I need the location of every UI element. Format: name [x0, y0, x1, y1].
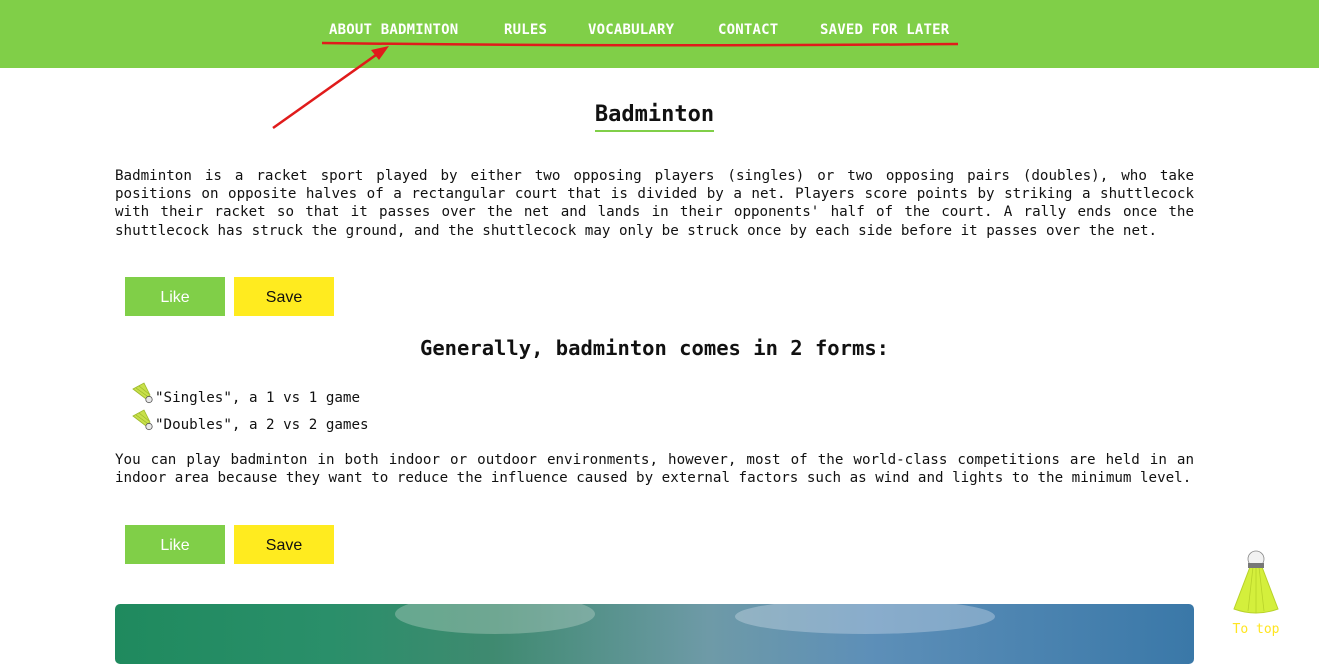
forms-heading: Generally, badminton comes in 2 forms: — [420, 336, 889, 360]
list-item: "Doubles", a 2 vs 2 games — [130, 409, 369, 435]
to-top-label[interactable]: To top — [1226, 622, 1286, 637]
page-title-text: Badminton — [594, 102, 715, 132]
badminton-photo — [115, 604, 1194, 664]
intro-paragraph: Badminton is a racket sport played by ei… — [115, 168, 1194, 239]
to-top-button[interactable]: To top — [1226, 549, 1286, 641]
environment-paragraph: You can play badminton in both indoor or… — [115, 452, 1194, 487]
save-button[interactable]: Save — [234, 525, 334, 564]
list-item-text: "Doubles", a 2 vs 2 games — [155, 417, 369, 433]
shuttlecock-icon — [132, 382, 153, 404]
page-title: Badminton — [0, 102, 1309, 132]
like-button[interactable]: Like — [125, 277, 225, 316]
list-item: "Singles", a 1 vs 1 game — [130, 382, 360, 408]
shuttlecock-icon — [1233, 550, 1279, 614]
like-button[interactable]: Like — [125, 525, 225, 564]
shuttlecock-icon — [132, 409, 153, 431]
save-button[interactable]: Save — [234, 277, 334, 316]
list-item-text: "Singles", a 1 vs 1 game — [155, 390, 360, 406]
